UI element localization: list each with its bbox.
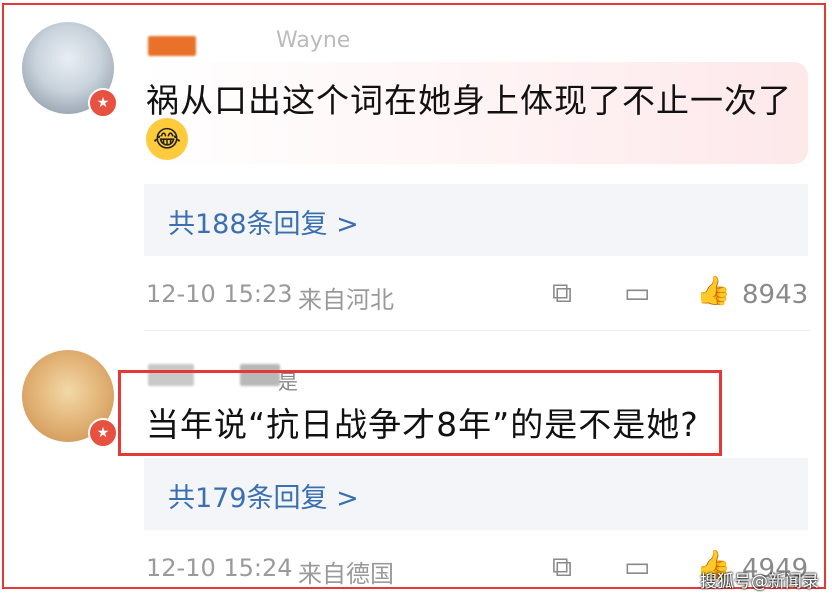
comment-icon[interactable]: ▭ bbox=[624, 550, 650, 583]
watermark: 搜狐号@新闻录 bbox=[700, 572, 819, 592]
share-icon[interactable]: ⧉ bbox=[552, 550, 572, 584]
comment-text: 当年说“抗日战争才8年”的是不是她? bbox=[146, 405, 699, 444]
comment-text: 祸从口出这个词在她身上体现了不止一次了 bbox=[146, 81, 792, 120]
username-redacted bbox=[148, 36, 196, 56]
like-icon[interactable]: 👍 bbox=[696, 274, 731, 307]
location: 来自河北 bbox=[298, 286, 394, 314]
location: 来自德国 bbox=[298, 560, 394, 588]
comment-icon[interactable]: ▭ bbox=[624, 276, 650, 309]
vip-badge-icon: ★ bbox=[88, 418, 118, 448]
username[interactable]: Wayne bbox=[276, 28, 350, 53]
reply-count-link[interactable]: 共179条回复 > bbox=[168, 476, 359, 515]
like-count: 8943 bbox=[742, 280, 809, 310]
reply-summary-box[interactable]: 共188条回复 > bbox=[144, 184, 808, 256]
divider bbox=[144, 330, 810, 331]
share-icon[interactable]: ⧉ bbox=[552, 276, 572, 310]
reply-summary-box[interactable]: 共179条回复 > bbox=[144, 458, 808, 530]
laugh-cry-emoji-icon: 😂 bbox=[146, 118, 188, 160]
timestamp: 12-10 15:24 bbox=[146, 554, 293, 582]
reply-count-link[interactable]: 共188条回复 > bbox=[168, 202, 359, 241]
vip-badge-icon: ★ bbox=[88, 88, 118, 118]
timestamp: 12-10 15:23 bbox=[146, 280, 293, 308]
